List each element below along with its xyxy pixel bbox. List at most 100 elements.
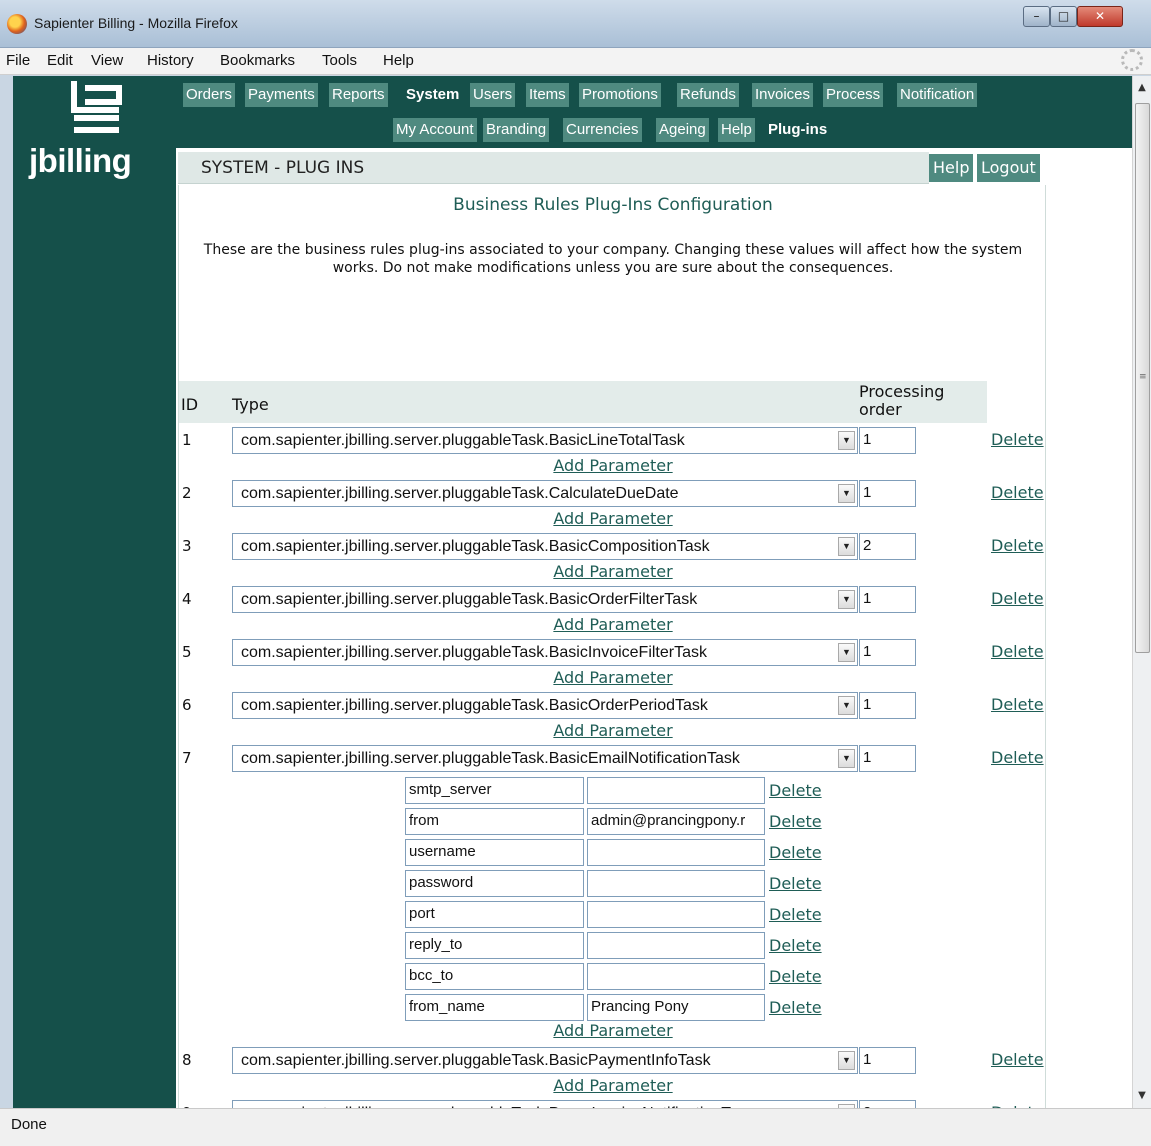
- delete-plugin-link[interactable]: Delete: [991, 589, 1044, 608]
- delete-parameter-link[interactable]: Delete: [769, 998, 822, 1017]
- delete-parameter-link[interactable]: Delete: [769, 874, 822, 893]
- parameter-value-input[interactable]: admin@prancingpony.r: [587, 808, 765, 835]
- chevron-down-icon[interactable]: ▼: [838, 1104, 855, 1108]
- parameter-value-input[interactable]: Prancing Pony: [587, 994, 765, 1021]
- delete-plugin-link[interactable]: Delete: [991, 1050, 1044, 1069]
- maximize-button[interactable]: □: [1050, 6, 1077, 27]
- processing-order-input[interactable]: 2: [859, 1100, 916, 1108]
- tab-process[interactable]: Process: [823, 83, 884, 107]
- processing-order-input[interactable]: 1: [859, 427, 916, 454]
- plugin-type-select[interactable]: com.sapienter.jbilling.server.pluggableT…: [232, 745, 858, 772]
- parameter-name-input[interactable]: bcc_to: [405, 963, 584, 990]
- add-parameter-link[interactable]: Add Parameter: [179, 1021, 1047, 1040]
- plugin-type-select[interactable]: com.sapienter.jbilling.server.pluggableT…: [232, 533, 858, 560]
- plugin-type-select[interactable]: com.sapienter.jbilling.server.pluggableT…: [232, 427, 858, 454]
- add-parameter-link[interactable]: Add Parameter: [179, 456, 1047, 475]
- parameter-value-input[interactable]: [587, 777, 765, 804]
- menu-tools[interactable]: Tools: [322, 52, 357, 69]
- menu-file[interactable]: File: [6, 52, 30, 69]
- tab-users[interactable]: Users: [470, 83, 516, 107]
- subtab-plug-ins[interactable]: Plug-ins: [765, 118, 830, 142]
- menu-bookmarks[interactable]: Bookmarks: [220, 52, 295, 69]
- parameter-value-input[interactable]: [587, 932, 765, 959]
- subtab-my-account[interactable]: My Account: [393, 118, 477, 142]
- chevron-down-icon[interactable]: ▼: [838, 484, 855, 503]
- chevron-down-icon[interactable]: ▼: [838, 431, 855, 450]
- minimize-button[interactable]: –: [1023, 6, 1050, 27]
- add-parameter-link[interactable]: Add Parameter: [179, 509, 1047, 528]
- scroll-down-arrow-icon[interactable]: ▼: [1136, 1090, 1148, 1101]
- parameter-name-input[interactable]: reply_to: [405, 932, 584, 959]
- processing-order-input[interactable]: 1: [859, 1047, 916, 1074]
- chevron-down-icon[interactable]: ▼: [838, 1051, 855, 1070]
- parameter-name-input[interactable]: username: [405, 839, 584, 866]
- subtab-ageing[interactable]: Ageing: [656, 118, 709, 142]
- logout-button[interactable]: Logout: [977, 154, 1040, 182]
- tab-reports[interactable]: Reports: [329, 83, 388, 107]
- delete-parameter-link[interactable]: Delete: [769, 781, 822, 800]
- subtab-branding[interactable]: Branding: [483, 118, 550, 142]
- menu-edit[interactable]: Edit: [47, 52, 73, 69]
- delete-parameter-link[interactable]: Delete: [769, 905, 822, 924]
- chevron-down-icon[interactable]: ▼: [838, 537, 855, 556]
- processing-order-input[interactable]: 2: [859, 533, 916, 560]
- plugin-type-select[interactable]: com.sapienter.jbilling.server.pluggableT…: [232, 1047, 858, 1074]
- plugin-type-select[interactable]: com.sapienter.jbilling.server.pluggableT…: [232, 1100, 858, 1108]
- menu-view[interactable]: View: [91, 52, 123, 69]
- parameter-name-input[interactable]: from: [405, 808, 584, 835]
- processing-order-input[interactable]: 1: [859, 586, 916, 613]
- tab-system[interactable]: System: [403, 83, 462, 107]
- delete-plugin-link[interactable]: Delete: [991, 695, 1044, 714]
- add-parameter-link[interactable]: Add Parameter: [179, 668, 1047, 687]
- plugin-type-select[interactable]: com.sapienter.jbilling.server.pluggableT…: [232, 639, 858, 666]
- scrollbar-thumb[interactable]: ≡: [1135, 103, 1150, 653]
- parameter-value-input[interactable]: [587, 839, 765, 866]
- subtab-help[interactable]: Help: [718, 118, 755, 142]
- delete-parameter-link[interactable]: Delete: [769, 936, 822, 955]
- header-help-button[interactable]: Help: [929, 154, 974, 182]
- delete-plugin-link[interactable]: Delete: [991, 1103, 1044, 1108]
- parameter-value-input[interactable]: [587, 901, 765, 928]
- tab-refunds[interactable]: Refunds: [677, 83, 739, 107]
- scroll-up-arrow-icon[interactable]: ▲: [1136, 82, 1148, 93]
- tab-orders[interactable]: Orders: [183, 83, 235, 107]
- menu-help[interactable]: Help: [383, 52, 414, 69]
- processing-order-input[interactable]: 1: [859, 692, 916, 719]
- processing-order-input[interactable]: 1: [859, 639, 916, 666]
- parameter-name-input[interactable]: smtp_server: [405, 777, 584, 804]
- plugin-type-select[interactable]: com.sapienter.jbilling.server.pluggableT…: [232, 586, 858, 613]
- chevron-down-icon[interactable]: ▼: [838, 696, 855, 715]
- add-parameter-link[interactable]: Add Parameter: [179, 721, 1047, 740]
- add-parameter-link[interactable]: Add Parameter: [179, 615, 1047, 634]
- parameter-value-input[interactable]: [587, 870, 765, 897]
- close-button[interactable]: ✕: [1077, 6, 1123, 27]
- parameter-name-input[interactable]: password: [405, 870, 584, 897]
- delete-plugin-link[interactable]: Delete: [991, 536, 1044, 555]
- tab-invoices[interactable]: Invoices: [752, 83, 814, 107]
- chevron-down-icon[interactable]: ▼: [838, 749, 855, 768]
- parameter-name-input[interactable]: from_name: [405, 994, 584, 1021]
- tab-promotions[interactable]: Promotions: [579, 83, 661, 107]
- parameter-value-input[interactable]: [587, 963, 765, 990]
- chevron-down-icon[interactable]: ▼: [838, 643, 855, 662]
- delete-plugin-link[interactable]: Delete: [991, 642, 1044, 661]
- menu-history[interactable]: History: [147, 52, 194, 69]
- processing-order-input[interactable]: 1: [859, 480, 916, 507]
- delete-parameter-link[interactable]: Delete: [769, 843, 822, 862]
- chevron-down-icon[interactable]: ▼: [838, 590, 855, 609]
- subtab-currencies[interactable]: Currencies: [563, 118, 642, 142]
- parameter-name-input[interactable]: port: [405, 901, 584, 928]
- tab-items[interactable]: Items: [526, 83, 569, 107]
- plugin-type-select[interactable]: com.sapienter.jbilling.server.pluggableT…: [232, 480, 858, 507]
- delete-plugin-link[interactable]: Delete: [991, 748, 1044, 767]
- tab-notification[interactable]: Notification: [897, 83, 978, 107]
- delete-plugin-link[interactable]: Delete: [991, 483, 1044, 502]
- add-parameter-link[interactable]: Add Parameter: [179, 1076, 1047, 1095]
- tab-payments[interactable]: Payments: [245, 83, 318, 107]
- processing-order-input[interactable]: 1: [859, 745, 916, 772]
- delete-plugin-link[interactable]: Delete: [991, 430, 1044, 449]
- add-parameter-link[interactable]: Add Parameter: [179, 562, 1047, 581]
- vertical-scrollbar[interactable]: ▲ ≡ ▼: [1132, 76, 1151, 1108]
- delete-parameter-link[interactable]: Delete: [769, 812, 822, 831]
- delete-parameter-link[interactable]: Delete: [769, 967, 822, 986]
